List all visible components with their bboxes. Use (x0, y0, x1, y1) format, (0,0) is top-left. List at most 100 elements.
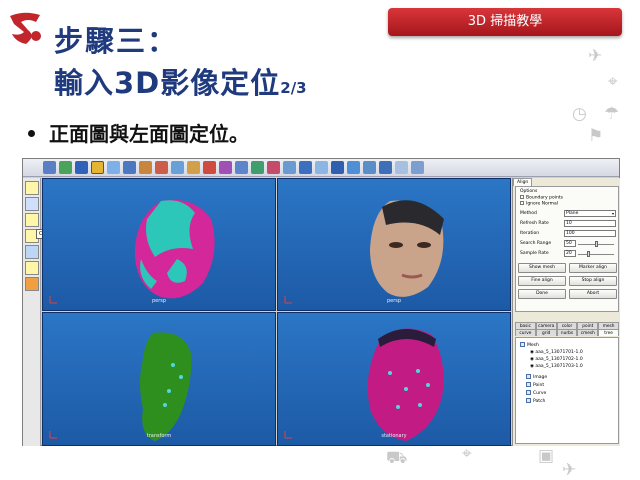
sample-rate-knob[interactable] (587, 251, 590, 257)
show-mesh-button[interactable]: Show mesh (518, 263, 566, 273)
tree-item-curve[interactable]: Curve (526, 390, 546, 397)
search-range-field[interactable]: 50 (564, 240, 576, 247)
layers-icon[interactable] (25, 245, 39, 259)
grid-tool-icon[interactable] (315, 161, 328, 174)
abort-button[interactable]: Abort (569, 289, 617, 299)
new-file-icon[interactable] (59, 161, 72, 174)
view-front-icon[interactable] (187, 161, 200, 174)
color-tool-icon[interactable] (25, 277, 39, 291)
fit-view-icon[interactable] (155, 161, 168, 174)
layout-quad-icon[interactable] (395, 161, 408, 174)
tab-tree[interactable]: tree (598, 329, 619, 336)
magenta-mesh-overlay (367, 328, 444, 441)
scan-mesh-overlay (134, 199, 215, 299)
checkbox-icon (520, 195, 524, 199)
tree-item-file[interactable]: ◉ aaa_5_13071701-1.0 (530, 350, 583, 356)
tab-nurbs[interactable]: nurbs (556, 329, 578, 336)
tree-item-file[interactable]: ◉ aaa_5_13071703-1.0 (530, 364, 583, 370)
align-panel: Align Options Boundary points Ignore Nor… (512, 178, 620, 446)
measure-icon[interactable] (267, 161, 280, 174)
done-button[interactable]: Done (518, 289, 566, 299)
sample-rate-slider[interactable] (578, 254, 614, 255)
curve-tool-icon[interactable] (251, 161, 264, 174)
rotate-icon[interactable] (107, 161, 120, 174)
tab-curve[interactable]: curve (515, 329, 536, 336)
viewport-bottom-right[interactable]: stationary (277, 312, 511, 446)
tree-item-patch[interactable]: Patch (526, 398, 545, 405)
fine-align-button[interactable]: Fine align (518, 276, 566, 286)
viewport-top-left[interactable]: persp (42, 178, 276, 311)
slide-title-fraction: 2/3 (280, 79, 307, 97)
viewport-label: transform (146, 433, 172, 439)
move-icon[interactable] (123, 161, 136, 174)
grid-select-icon[interactable] (25, 261, 39, 275)
iteration-label: Iteration (520, 231, 540, 236)
section-icon[interactable] (283, 161, 296, 174)
check-icon (520, 342, 525, 347)
tab-align[interactable]: Align (513, 178, 533, 186)
viewport-top-right[interactable]: persp (277, 178, 511, 311)
method-select[interactable]: Plane ▾ (564, 210, 616, 217)
sample-rate-label: Sample Rate (520, 251, 549, 256)
course-badge: 3D 掃描教學 (388, 8, 622, 36)
marker-icon[interactable] (203, 161, 216, 174)
sample-rate-field[interactable]: 20 (564, 250, 576, 257)
bullet-dot-icon (28, 130, 35, 137)
select-mode-icon[interactable] (91, 161, 104, 174)
tab-cmesh[interactable]: cmesh (577, 329, 599, 336)
merge-icon[interactable] (235, 161, 248, 174)
tree-item-point[interactable]: Point (526, 382, 544, 389)
tab-row-1: basic camera color point mesh (515, 322, 619, 329)
tree-label: Point (533, 383, 545, 388)
tree-label: aaa_5_13071703-1.0 (535, 364, 583, 369)
viewport-bottom-left[interactable]: transform (42, 312, 276, 446)
tab-grid[interactable]: grid (535, 329, 557, 336)
curve-draw-icon[interactable] (25, 213, 39, 227)
view-top-icon[interactable] (171, 161, 184, 174)
tree-item-file[interactable]: ◉ aaa_5_13071702-1.0 (530, 357, 583, 363)
open-file-icon[interactable] (43, 161, 56, 174)
layout-single-icon[interactable] (379, 161, 392, 174)
tree-item-mesh[interactable]: Mesh (520, 342, 539, 349)
umbrella-deco-icon: ☂ (604, 104, 620, 124)
tree-label: Patch (533, 399, 546, 404)
viewport-label: stationary (381, 433, 407, 439)
refresh-rate-field[interactable]: 10 (564, 220, 616, 227)
left-toolbar (23, 178, 41, 446)
search-range-knob[interactable] (595, 241, 598, 247)
texture-icon[interactable] (363, 161, 376, 174)
align-icon[interactable] (219, 161, 232, 174)
mesh-tool-icon[interactable] (299, 161, 312, 174)
ignore-normal-checkbox[interactable]: Ignore Normal (520, 201, 558, 207)
select-tool-icon[interactable] (25, 181, 39, 195)
marker-align-button[interactable]: Marker align (569, 263, 617, 273)
tree-item-image[interactable]: Image (526, 374, 547, 381)
tab-color[interactable]: color (556, 322, 578, 329)
iteration-field[interactable]: 100 (564, 230, 616, 237)
tree-label: Curve (533, 391, 547, 396)
tab-basic[interactable]: basic (515, 322, 536, 329)
tab-row-2: curve grid nurbs cmesh tree (515, 329, 619, 336)
check-icon (526, 382, 531, 387)
bullet-point: 正面圖與左面圖定位。 (28, 118, 249, 147)
slide-title-main: 輸入3D影像定位 (54, 66, 281, 100)
tab-point[interactable]: point (577, 322, 599, 329)
copy-icon[interactable] (75, 161, 88, 174)
zoom-icon[interactable] (139, 161, 152, 174)
boundary-points-checkbox[interactable]: Boundary points (520, 195, 563, 201)
tree-label: Image (533, 375, 548, 380)
layout-split-icon[interactable] (411, 161, 424, 174)
boundary-points-label: Boundary points (526, 195, 563, 201)
tab-mesh[interactable]: mesh (598, 322, 619, 329)
check-icon (526, 398, 531, 403)
diamond-tool-icon[interactable] (347, 161, 360, 174)
flag-deco-icon: ⚑ (588, 126, 604, 146)
pin-deco-icon: ⌖ (608, 72, 618, 92)
stop-align-button[interactable]: Stop align (569, 276, 617, 286)
lasso-tool-icon[interactable] (25, 197, 39, 211)
tree-label: aaa_5_13071702-1.0 (535, 357, 583, 362)
nurbs-tool-icon[interactable] (331, 161, 344, 174)
method-value: Plane (566, 211, 579, 216)
tab-camera[interactable]: camera (535, 322, 557, 329)
car-deco-icon: ⛟ (386, 448, 408, 468)
